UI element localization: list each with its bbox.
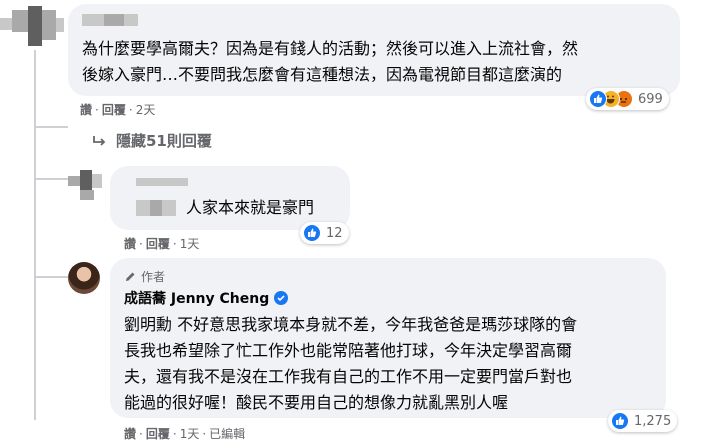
author-reply-actions: 讚 · 回覆 · 1天 · 已編輯 — [124, 427, 246, 441]
author-reply-bubble: 作者 成語蕎 Jenny Cheng 劉明勳 不好意思我家境本身就不差，今年我爸… — [110, 258, 666, 418]
comment-actions: 讚 · 回覆 · 2天 — [80, 103, 156, 117]
like-link[interactable]: 讚 — [124, 427, 136, 441]
author-reply-line4: 能過的很好喔！酸民不要用自己的想像力就亂黑別人喔 — [124, 393, 509, 412]
reaction-count: 12 — [326, 225, 343, 241]
reply-link[interactable]: 回覆 — [146, 237, 170, 251]
author-tag: 作者 — [124, 268, 165, 285]
edited-label: 已編輯 — [209, 427, 246, 441]
author-name[interactable]: 成語蕎 Jenny Cheng — [124, 288, 269, 308]
author-reply-line2: 長我也希望除了忙工作外也能常陪著他打球，今年決定學習高爾 — [124, 341, 573, 360]
like-reaction-icon — [303, 224, 321, 242]
author-tag-label: 作者 — [141, 270, 166, 284]
reaction-count: 699 — [638, 91, 663, 107]
timestamp[interactable]: 1天 — [180, 427, 200, 441]
thread-branch — [34, 276, 68, 278]
reply1-bubble: 人家本來就是豪門 — [110, 166, 350, 230]
pen-icon — [126, 272, 135, 281]
reply1-actions: 讚 · 回覆 · 1天 — [124, 237, 200, 251]
thread-branch — [34, 126, 68, 128]
like-reaction-icon — [589, 90, 607, 108]
timestamp[interactable]: 2天 — [136, 103, 156, 117]
comment-text-line2: 後嫁入豪門…不要問我怎麼會有這種想法，因為電視節目都這麼演的 — [82, 65, 563, 84]
comment-reactions[interactable]: 699 — [586, 88, 669, 110]
reply-link[interactable]: 回覆 — [146, 427, 170, 441]
like-link[interactable]: 讚 — [80, 103, 92, 117]
hidden-replies-toggle[interactable]: 隱藏51則回覆 — [92, 130, 212, 151]
like-reaction-icon — [611, 412, 629, 430]
author-reply-line3: 夫，還有我不是沒在工作我有自己的工作不用一定要門當戶對也 — [124, 367, 573, 386]
reaction-count: 1,275 — [634, 413, 672, 429]
author-reply-line1: 劉明勳 不好意思我家境本身就不差，今年我爸爸是瑪莎球隊的會 — [124, 315, 578, 334]
hidden-replies-label: 隱藏51則回覆 — [116, 132, 212, 150]
reply1-text: 人家本來就是豪門 — [186, 198, 315, 217]
reply-arrow-icon — [93, 135, 106, 146]
timestamp[interactable]: 1天 — [180, 237, 200, 251]
thread-branch — [34, 178, 68, 180]
author-reply-reactions[interactable]: 1,275 — [608, 410, 678, 432]
reply1-reactions[interactable]: 12 — [300, 222, 349, 244]
verified-badge-icon — [274, 291, 289, 305]
like-link[interactable]: 讚 — [124, 237, 136, 251]
thread-line — [34, 50, 36, 420]
comment-bubble: 為什麼要學高爾夫？因為是有錢人的活動；然後可以進入上流社會，然 後嫁入豪門…不要… — [68, 4, 680, 96]
author-avatar[interactable] — [68, 262, 100, 294]
reply-link[interactable]: 回覆 — [102, 103, 126, 117]
comment-text-line1: 為什麼要學高爾夫？因為是有錢人的活動；然後可以進入上流社會，然 — [82, 39, 579, 58]
